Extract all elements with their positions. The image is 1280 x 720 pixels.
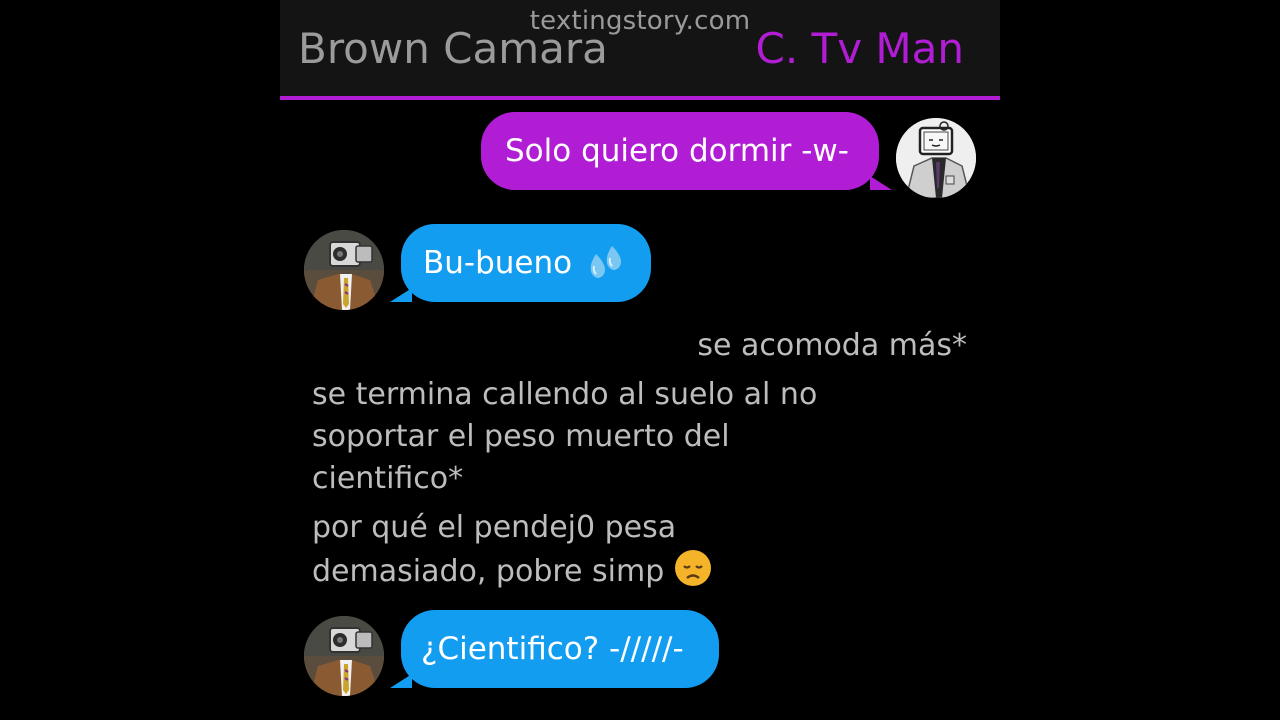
disappointed-face-emoji: [675, 550, 712, 586]
chat-panel: textingstory.com Brown Camara C. Tv Man …: [280, 0, 1000, 720]
message-bubble-outgoing[interactable]: Solo quiero dormir -w-: [481, 112, 879, 190]
camera-man-avatar[interactable]: [304, 230, 384, 310]
narration-line: por qué el pendej0 pesa: [312, 510, 677, 545]
narration-text: se termina callendo al suelo al no sopor…: [312, 374, 817, 500]
message-bubble-incoming[interactable]: Bu-bueno: [401, 224, 651, 302]
tv-man-icon: [896, 118, 976, 198]
narration-line-with-emoji: demasiado, pobre simp: [312, 549, 712, 593]
narration-line: soportar el peso muerto del: [312, 419, 730, 454]
message-text: Bu-bueno: [423, 245, 573, 281]
camera-man-icon: [304, 616, 384, 696]
narration-text: se acomoda más*: [697, 328, 967, 363]
chat-header: textingstory.com Brown Camara C. Tv Man: [280, 0, 1000, 100]
tv-man-avatar[interactable]: [896, 118, 976, 198]
narration-text: por qué el pendej0 pesa demasiado, pobre…: [312, 507, 712, 593]
bubble-tail: [870, 176, 892, 190]
narration-line: se termina callendo al suelo al no: [312, 377, 818, 412]
chat-video-frame: textingstory.com Brown Camara C. Tv Man …: [0, 0, 1280, 720]
contact-name-right: C. Tv Man: [755, 24, 964, 73]
camera-man-icon: [304, 230, 384, 310]
camera-man-avatar[interactable]: [304, 616, 384, 696]
narration-line: demasiado, pobre simp: [312, 554, 665, 589]
narration-line: cientifico*: [312, 461, 464, 496]
message-text: Solo quiero dormir -w-: [505, 133, 849, 169]
sweat-droplets-emoji: [590, 246, 622, 278]
message-bubble-incoming[interactable]: ¿Cientifico? -/////-: [401, 610, 719, 688]
message-text: ¿Cientifico? -/////-: [421, 631, 684, 667]
contact-name-left: Brown Camara: [298, 24, 608, 73]
